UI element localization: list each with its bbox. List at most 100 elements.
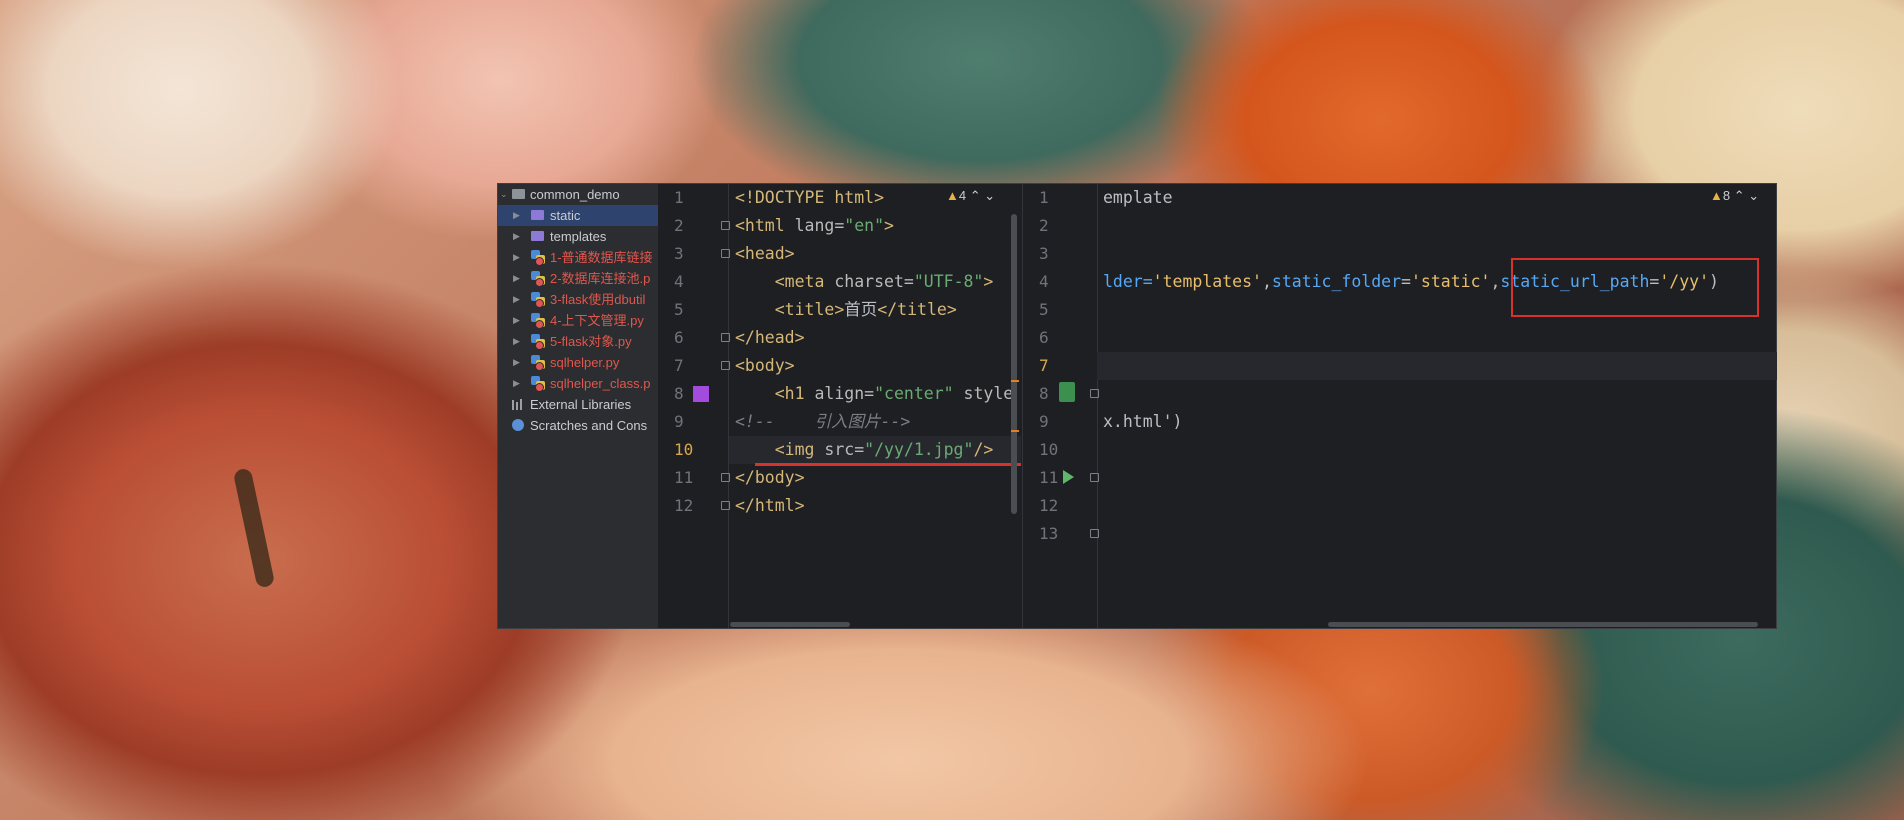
error-stripe <box>1011 430 1019 432</box>
left-h-scrollbar[interactable] <box>730 622 850 627</box>
left-warning-indicator[interactable]: ▲4 ⌃ ⌄ <box>946 188 995 204</box>
left-scrollbar[interactable] <box>1011 214 1017 514</box>
chevron-right-icon[interactable]: ▶ <box>513 205 523 226</box>
line-number: 3 <box>1039 244 1049 263</box>
library-icon <box>512 399 526 410</box>
right-editor-gutter: 1 2 3 4 5 6 7 8 9 10 11 12 13 <box>1022 184 1099 628</box>
chevron-right-icon[interactable]: ▶ <box>513 289 523 310</box>
line-number: 11 <box>1039 468 1059 487</box>
project-root-label: common_demo <box>530 187 620 202</box>
line-number: 4 <box>1039 272 1049 291</box>
run-icon[interactable] <box>1063 470 1074 484</box>
line-number: 5 <box>674 300 684 319</box>
python-file-icon <box>531 376 545 392</box>
code-line: <head> <box>735 244 795 263</box>
tree-item-label: sqlhelper.py <box>550 355 620 370</box>
chevron-right-icon[interactable]: ▶ <box>513 247 523 268</box>
tree-item-label: External Libraries <box>530 397 632 412</box>
line-number: 12 <box>1039 496 1059 515</box>
code-line: <!-- 引入图片--> <box>735 412 911 431</box>
chevron-right-icon[interactable]: ▶ <box>513 268 523 289</box>
tree-item-static[interactable]: ▶ static <box>498 205 658 226</box>
annotation-underline <box>755 463 1021 466</box>
tree-item-label: Scratches and Cons <box>530 418 648 433</box>
error-stripe <box>1011 380 1019 382</box>
code-line: emplate <box>1103 188 1173 207</box>
right-h-scrollbar[interactable] <box>1328 622 1758 627</box>
tree-item-scratches[interactable]: Scratches and Cons <box>498 415 658 436</box>
line-number: 2 <box>1039 216 1049 235</box>
line-number: 4 <box>674 272 684 291</box>
right-code-area[interactable]: emplate lder='templates',static_folder='… <box>1097 184 1777 628</box>
line-number: 6 <box>1039 328 1049 347</box>
folder-icon <box>512 189 525 199</box>
project-panel: ⌄ common_demo ▶ static ▶ templates ▶ 1-普… <box>498 184 659 628</box>
apple-stem <box>232 467 276 589</box>
warning-icon: ▲ <box>946 188 959 203</box>
python-file-icon <box>531 250 545 266</box>
line-number: 9 <box>1039 412 1049 431</box>
left-editor-gutter: 1 2 3 4 5 6 7 8 9 10 11 12 <box>658 184 730 628</box>
python-file-icon <box>531 271 545 287</box>
line-number: 5 <box>1039 300 1049 319</box>
code-line: <h1 align="center" style <box>735 384 1014 403</box>
line-number: 9 <box>674 412 684 431</box>
tree-item-label: 2-数据库连接池.p <box>550 271 651 286</box>
tree-item-py[interactable]: ▶ 3-flask使用dbutil <box>498 289 658 310</box>
chevron-up-icon[interactable]: ⌃ <box>970 188 981 203</box>
current-line-highlight <box>1097 352 1777 380</box>
folder-icon <box>531 210 544 220</box>
tree-item-py[interactable]: ▶ sqlhelper.py <box>498 352 658 373</box>
right-warning-indicator[interactable]: ▲8 ⌃ ⌄ <box>1710 188 1759 204</box>
color-swatch-icon[interactable] <box>693 386 709 402</box>
code-line: <!DOCTYPE html> <box>735 188 885 207</box>
tree-item-py[interactable]: ▶ 4-上下文管理.py <box>498 310 658 331</box>
chevron-right-icon[interactable]: ▶ <box>513 352 523 373</box>
left-code-area[interactable]: <!DOCTYPE html> <html lang="en"> <head> … <box>729 184 1021 628</box>
code-line: <meta charset="UTF-8"> <box>735 272 994 291</box>
code-line: <html lang="en"> <box>735 216 894 235</box>
python-file-icon <box>531 313 545 329</box>
tree-item-label: 1-普通数据库链接 <box>550 250 653 265</box>
line-number: 11 <box>674 468 694 487</box>
code-line: <title>首页</title> <box>735 300 957 319</box>
tree-item-label: 5-flask对象.py <box>550 334 632 349</box>
code-line: <img src="/yy/1.jpg"/> <box>735 440 994 459</box>
tree-item-py[interactable]: ▶ 5-flask对象.py <box>498 331 658 352</box>
line-number: 3 <box>674 244 684 263</box>
code-line: x.html') <box>1103 412 1183 431</box>
tree-item-templates[interactable]: ▶ templates <box>498 226 658 247</box>
folder-icon <box>531 231 544 241</box>
tree-item-py[interactable]: ▶ sqlhelper_class.p <box>498 373 658 394</box>
chevron-down-icon[interactable]: ⌄ <box>500 184 510 205</box>
line-number: 13 <box>1039 524 1059 543</box>
line-number: 7 <box>1039 356 1049 375</box>
chevron-right-icon[interactable]: ▶ <box>513 226 523 247</box>
ide-window: ⌄ common_demo ▶ static ▶ templates ▶ 1-普… <box>497 183 1777 629</box>
code-line: </body> <box>735 468 805 487</box>
chevron-right-icon[interactable]: ▶ <box>513 331 523 352</box>
tree-item-label: 4-上下文管理.py <box>550 313 644 328</box>
tree-item-label: static <box>550 208 581 223</box>
warning-count: 4 <box>958 188 967 203</box>
project-root[interactable]: ⌄ common_demo <box>498 184 658 205</box>
line-number: 12 <box>674 496 694 515</box>
chevron-up-icon[interactable]: ⌃ <box>1734 188 1745 203</box>
code-line: </html> <box>735 496 805 515</box>
chevron-right-icon[interactable]: ▶ <box>513 373 523 394</box>
chevron-down-icon[interactable]: ⌄ <box>984 188 995 203</box>
line-number: 1 <box>674 188 684 207</box>
chevron-right-icon[interactable]: ▶ <box>513 310 523 331</box>
python-file-icon <box>531 292 545 308</box>
tree-item-py[interactable]: ▶ 2-数据库连接池.p <box>498 268 658 289</box>
python-file-icon <box>531 334 545 350</box>
line-number: 2 <box>674 216 684 235</box>
warning-count: 8 <box>1722 188 1731 203</box>
line-number: 10 <box>674 440 694 459</box>
database-icon[interactable] <box>1059 382 1075 402</box>
chevron-down-icon[interactable]: ⌄ <box>1748 188 1759 203</box>
tree-item-label: 3-flask使用dbutil <box>550 292 646 307</box>
annotation-box <box>1511 258 1759 317</box>
tree-item-py[interactable]: ▶ 1-普通数据库链接 <box>498 247 658 268</box>
tree-item-external-libraries[interactable]: External Libraries <box>498 394 658 415</box>
